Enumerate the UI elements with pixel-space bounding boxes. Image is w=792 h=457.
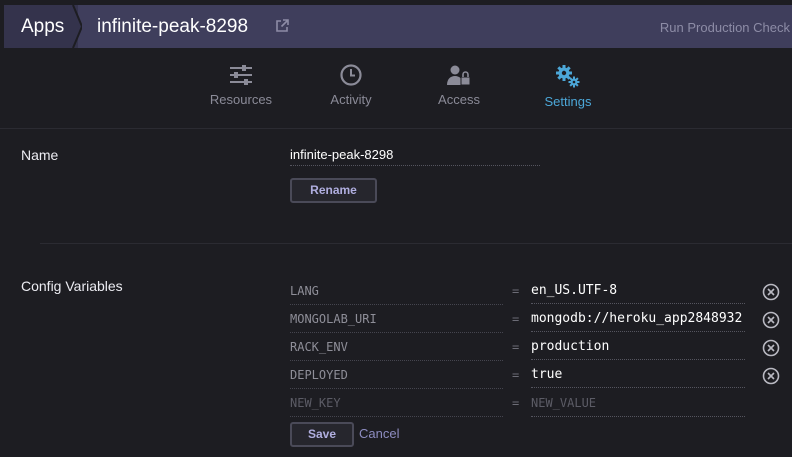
tab-activity-label: Activity bbox=[330, 92, 372, 107]
tab-access-label: Access bbox=[438, 92, 480, 107]
breadcrumb-apps-label: Apps bbox=[21, 16, 65, 37]
config-key-field[interactable]: RACK_ENV bbox=[290, 340, 503, 361]
remove-var-icon[interactable] bbox=[762, 283, 780, 301]
external-link-icon[interactable] bbox=[275, 19, 289, 33]
new-value-input[interactable]: NEW_VALUE bbox=[531, 396, 745, 417]
equals-sign: = bbox=[512, 396, 520, 410]
remove-var-icon[interactable] bbox=[762, 339, 780, 357]
tab-settings-label: Settings bbox=[544, 94, 592, 109]
tab-settings[interactable]: Settings bbox=[513, 64, 623, 109]
config-value-field[interactable]: true bbox=[531, 367, 745, 388]
section-divider bbox=[40, 243, 792, 244]
cancel-link[interactable]: Cancel bbox=[359, 426, 399, 441]
tab-resources[interactable]: Resources bbox=[186, 64, 296, 107]
config-value-field[interactable]: mongodb://heroku_app2848932 bbox=[531, 311, 745, 332]
equals-sign: = bbox=[512, 340, 520, 354]
config-key-field[interactable]: LANG bbox=[290, 284, 503, 305]
equals-sign: = bbox=[512, 368, 520, 382]
tab-activity[interactable]: Activity bbox=[296, 64, 406, 107]
breadcrumb-separator-icon bbox=[70, 5, 82, 48]
clock-icon bbox=[340, 64, 362, 86]
top-bar: Apps infinite-peak-8298 Run Production C… bbox=[4, 5, 792, 48]
equals-sign: = bbox=[512, 284, 520, 298]
user-lock-icon bbox=[447, 65, 471, 86]
run-production-check-link[interactable]: Run Production Check bbox=[660, 20, 790, 35]
config-value-field[interactable]: en_US.UTF-8 bbox=[531, 283, 745, 304]
rename-button[interactable]: Rename bbox=[290, 178, 377, 203]
name-section-label: Name bbox=[21, 147, 59, 163]
tab-resources-label: Resources bbox=[209, 92, 273, 107]
app-name: infinite-peak-8298 bbox=[97, 16, 249, 37]
config-variables-label: Config Variables bbox=[21, 278, 123, 294]
sliders-icon bbox=[230, 65, 252, 85]
nav-divider bbox=[0, 128, 792, 129]
app-name-field[interactable]: infinite-peak-8298 bbox=[290, 147, 540, 166]
save-button[interactable]: Save bbox=[290, 422, 354, 447]
config-key-field[interactable]: MONGOLAB_URI bbox=[290, 312, 503, 333]
config-key-field[interactable]: DEPLOYED bbox=[290, 368, 503, 389]
remove-var-icon[interactable] bbox=[762, 311, 780, 329]
config-value-field[interactable]: production bbox=[531, 339, 745, 360]
new-key-input[interactable]: NEW_KEY bbox=[290, 396, 503, 417]
tab-access[interactable]: Access bbox=[404, 64, 514, 107]
remove-var-icon[interactable] bbox=[762, 367, 780, 385]
equals-sign: = bbox=[512, 312, 520, 326]
gears-icon bbox=[556, 65, 580, 88]
breadcrumb-apps[interactable]: Apps bbox=[4, 5, 78, 48]
